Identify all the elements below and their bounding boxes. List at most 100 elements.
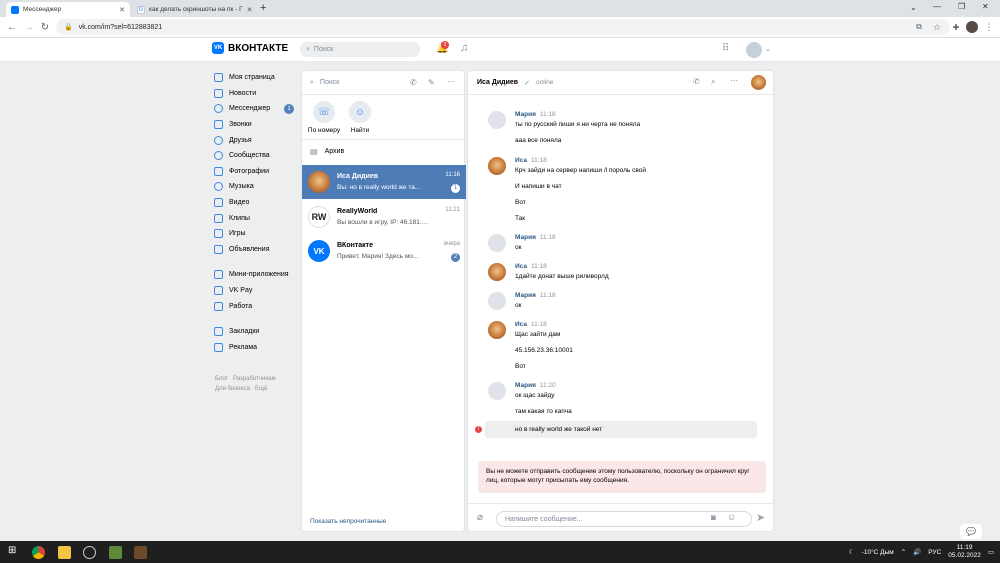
- conversation-item-vkontakte[interactable]: VK ВКонтакте Привет, Мария! Здесь мо... …: [302, 234, 466, 268]
- file-explorer-icon[interactable]: [58, 546, 71, 559]
- chat-bubble-icon[interactable]: 💬: [960, 524, 982, 539]
- star-icon[interactable]: ☆: [930, 20, 944, 34]
- user-avatar[interactable]: [746, 42, 762, 58]
- menu-item-calls[interactable]: Звонки: [214, 117, 300, 133]
- menu-label: Фотографии: [229, 167, 270, 175]
- profile-avatar[interactable]: [966, 21, 978, 33]
- browser-tab-google[interactable]: G как делать скриншоты на пк - Г ✕: [132, 2, 256, 17]
- menu-item-video[interactable]: Видео: [214, 195, 300, 211]
- menu-item-advertising[interactable]: Реклама: [214, 340, 300, 356]
- footer-link-business[interactable]: Для бизнеса: [215, 386, 250, 392]
- volume-icon[interactable]: 🔊: [913, 548, 921, 556]
- chevron-up-icon[interactable]: ⌃: [901, 548, 906, 556]
- close-window-icon[interactable]: ✕: [982, 2, 989, 11]
- more-icon[interactable]: ⋯: [447, 77, 455, 86]
- message-author[interactable]: Мария: [515, 234, 536, 241]
- minecraft-icon[interactable]: [109, 546, 122, 559]
- minecraft-launcher-icon[interactable]: [134, 546, 147, 559]
- search-icon[interactable]: ⌕: [711, 77, 715, 87]
- music-note-icon[interactable]: ♫: [460, 42, 468, 54]
- menu-item-ads[interactable]: Объявления: [214, 242, 300, 258]
- menu-item-work[interactable]: Работа: [214, 298, 300, 314]
- chevron-down-icon[interactable]: ⌄: [765, 45, 771, 53]
- menu-item-news[interactable]: Новости: [214, 86, 300, 102]
- weather-text[interactable]: -10°C Дым: [862, 549, 894, 556]
- vk-header: VK ВКОНТАКТЕ ⌕ Поиск 🔔 2 ♫ ⠿ ⌄: [0, 38, 1000, 62]
- find-button[interactable]: ☺ Найти: [340, 101, 380, 134]
- paperclip-icon[interactable]: ⌀: [477, 512, 483, 523]
- maximize-icon[interactable]: ❐: [958, 2, 965, 11]
- call-icon[interactable]: ✆: [693, 77, 700, 86]
- camera-icon[interactable]: ◙: [711, 513, 716, 522]
- failed-message[interactable]: но в really world же такой нет: [485, 421, 757, 438]
- close-tab-icon[interactable]: ✕: [247, 6, 253, 14]
- archive-icon: ▤: [310, 147, 318, 156]
- conversation-item-isa[interactable]: Иса Дидиев Вы: но в really world же та..…: [302, 165, 466, 199]
- archive-item[interactable]: ▤ Архив: [302, 139, 466, 163]
- language-indicator[interactable]: РУС: [928, 549, 941, 556]
- windows-start-icon[interactable]: ⊞: [8, 545, 16, 556]
- phone-icon: [214, 120, 223, 130]
- vk-logo-icon: VK: [212, 42, 224, 54]
- chat-title[interactable]: Иса Дидиев: [477, 79, 518, 86]
- menu-item-mini-apps[interactable]: Мини-приложения: [214, 267, 300, 283]
- footer-link-more[interactable]: Ещё: [255, 386, 267, 392]
- back-icon[interactable]: ←: [5, 20, 19, 34]
- chrome-icon[interactable]: [32, 546, 45, 559]
- tab-search-icon[interactable]: ⌄: [910, 3, 917, 12]
- apps-icon: [214, 270, 223, 280]
- more-icon[interactable]: ⋯: [730, 76, 738, 85]
- menu-item-vk-pay[interactable]: VK Pay: [214, 283, 300, 299]
- header-search-input[interactable]: ⌕ Поиск: [300, 42, 420, 57]
- reload-icon[interactable]: ↻: [38, 20, 52, 34]
- apps-grid-icon[interactable]: ⠿: [722, 43, 729, 54]
- compose-icon[interactable]: ✎: [428, 78, 435, 87]
- emoji-icon[interactable]: ☺: [727, 512, 736, 522]
- minimize-icon[interactable]: —: [933, 2, 941, 11]
- menu-item-my-page[interactable]: Моя страница: [214, 70, 300, 86]
- conversation-preview: Вы: но в really world же та...: [337, 184, 421, 191]
- forward-icon[interactable]: →: [22, 20, 36, 34]
- chatlist-search-input[interactable]: ⌕ Поиск: [302, 71, 466, 95]
- unread-badge: 2: [451, 253, 460, 262]
- menu-item-clips[interactable]: Клипы: [214, 210, 300, 226]
- vk-logo[interactable]: VK ВКОНТАКТЕ: [212, 42, 288, 54]
- conversation-item-reallyworld[interactable]: RW ReallyWorld Вы вошли в игру, IP: 46.1…: [302, 200, 466, 234]
- install-icon[interactable]: ⧉: [912, 20, 926, 34]
- menu-item-games[interactable]: Игры: [214, 226, 300, 242]
- close-tab-icon[interactable]: ✕: [119, 6, 125, 14]
- menu-item-groups[interactable]: Сообщества: [214, 148, 300, 164]
- message-author[interactable]: Иса: [515, 263, 527, 270]
- app-icon[interactable]: [83, 546, 96, 559]
- message-author[interactable]: Мария: [515, 111, 536, 118]
- chat-avatar[interactable]: [751, 75, 766, 90]
- menu-item-messenger[interactable]: Мессенджер 1: [214, 101, 300, 117]
- menu-item-photos[interactable]: Фотографии: [214, 164, 300, 180]
- message-author[interactable]: Иса: [515, 321, 527, 328]
- new-tab-button[interactable]: +: [260, 2, 266, 14]
- message-text: ок: [515, 244, 522, 251]
- chrome-menu-icon[interactable]: ⋮: [982, 20, 996, 34]
- send-icon[interactable]: ➤: [756, 511, 765, 524]
- unread-badge: 1: [451, 184, 460, 193]
- menu-item-friends[interactable]: Друзья: [214, 132, 300, 148]
- extensions-icon[interactable]: ✚: [949, 20, 963, 34]
- error-icon[interactable]: !: [475, 426, 482, 433]
- call-icon[interactable]: ✆: [410, 78, 417, 87]
- browser-tab-bar: Мессенджер ✕ G как делать скриншоты на п…: [0, 0, 1000, 17]
- url-input[interactable]: 🔒 vk.com/im?sel=612883821: [56, 19, 950, 35]
- notification-center-icon[interactable]: ▭: [988, 548, 994, 556]
- browser-tab-messenger[interactable]: Мессенджер ✕: [6, 2, 130, 17]
- menu-item-music[interactable]: Музыка: [214, 179, 300, 195]
- menu-item-bookmarks[interactable]: Закладки: [214, 324, 300, 340]
- message-author[interactable]: Мария: [515, 292, 536, 299]
- call-by-number-button[interactable]: ☏ По номеру: [304, 101, 344, 134]
- message-author[interactable]: Мария: [515, 382, 536, 389]
- send-restriction-warning: Вы не можете отправить сообщение этому п…: [478, 461, 766, 493]
- footer-link-developers[interactable]: Разработчикам: [233, 376, 276, 382]
- vk-logo-icon: VK: [308, 240, 330, 262]
- show-unread-link[interactable]: Показать непрочитанные: [310, 518, 386, 525]
- message-author[interactable]: Иса: [515, 157, 527, 164]
- clock[interactable]: 11:19 05.02.2022: [948, 544, 981, 560]
- footer-link-blog[interactable]: Блог: [215, 376, 228, 382]
